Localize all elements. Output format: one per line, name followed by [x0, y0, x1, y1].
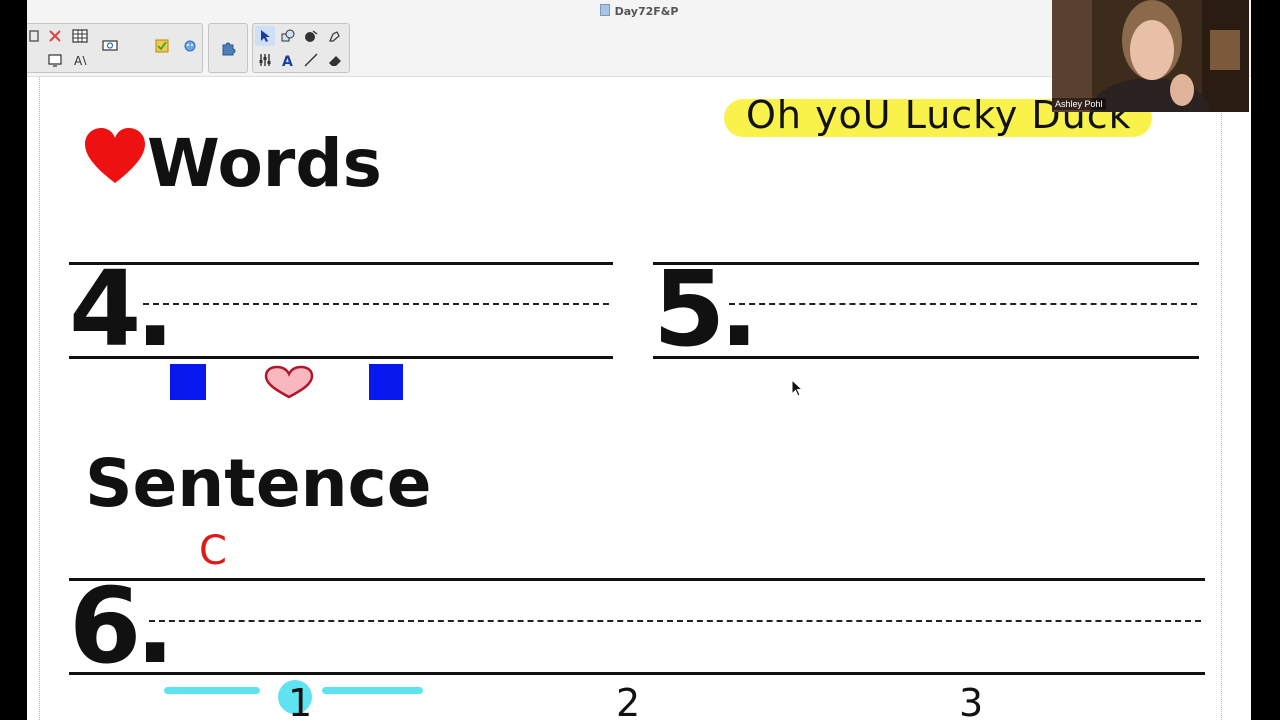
line-6-baseline [69, 672, 1205, 675]
sentence-heading: Sentence [85, 445, 432, 522]
participant-name: Ashley Pohl [1052, 98, 1106, 110]
page-margin-left [39, 77, 40, 720]
line-tool-icon[interactable] [301, 50, 321, 70]
fill-icon[interactable] [301, 26, 321, 46]
table-icon[interactable] [70, 26, 90, 46]
participant-video[interactable]: Ashley Pohl [1052, 0, 1249, 112]
line-number-5: 5. [653, 248, 759, 370]
word-count-1: 1 [288, 681, 313, 720]
text-fit-icon[interactable]: A [70, 50, 90, 70]
toolbar-group-addons [208, 23, 248, 73]
screen-capture-icon[interactable] [100, 36, 120, 56]
gadget-icon[interactable] [180, 36, 200, 56]
notebook-page[interactable]: Oh yoU Lucky Duck Words 4. 5. Sentence C… [27, 77, 1251, 720]
annotation-letter: C [199, 528, 227, 574]
sound-box-2[interactable] [369, 364, 403, 400]
response-icon[interactable] [152, 36, 172, 56]
participant-avatar [1052, 0, 1249, 112]
shapes-icon[interactable] [278, 26, 298, 46]
line-4-midline [143, 303, 609, 305]
sound-heart-icon[interactable] [264, 365, 314, 399]
text-tool-icon[interactable]: A [278, 50, 298, 70]
pen-settings-icon[interactable] [255, 50, 275, 70]
select-arrow-icon[interactable] [255, 26, 275, 46]
words-heading: Words [147, 125, 382, 202]
left-letterbox [0, 0, 27, 720]
line-6-midline [149, 620, 1201, 622]
line-5-midline [729, 303, 1197, 305]
page-sorter-icon[interactable] [27, 26, 46, 46]
svg-text:A: A [282, 54, 293, 68]
eraser-icon[interactable] [325, 50, 345, 70]
pen-tool-icon[interactable] [325, 26, 345, 46]
svg-text:A: A [74, 54, 83, 68]
line-number-4: 4. [69, 248, 175, 370]
word-count-3: 3 [959, 681, 984, 720]
line-number-6: 6. [69, 565, 175, 687]
heart-icon [85, 128, 145, 183]
document-icon [599, 4, 610, 16]
page-margin-right [1221, 77, 1222, 720]
addon-puzzle-icon[interactable] [210, 25, 246, 71]
delete-icon[interactable] [45, 26, 65, 46]
toolbar-group-page: A [27, 23, 203, 73]
mouse-cursor-icon [791, 379, 804, 397]
toolbar-group-tools: A [252, 23, 350, 73]
sound-box-1[interactable] [170, 364, 206, 400]
window-title-text: Day72F&P [614, 5, 679, 18]
right-letterbox [1251, 0, 1280, 720]
word-dash-1 [164, 687, 260, 694]
word-count-2: 2 [616, 681, 641, 720]
line-6-top [69, 578, 1205, 581]
add-page-icon[interactable] [45, 50, 65, 70]
word-dash-2 [322, 687, 423, 694]
